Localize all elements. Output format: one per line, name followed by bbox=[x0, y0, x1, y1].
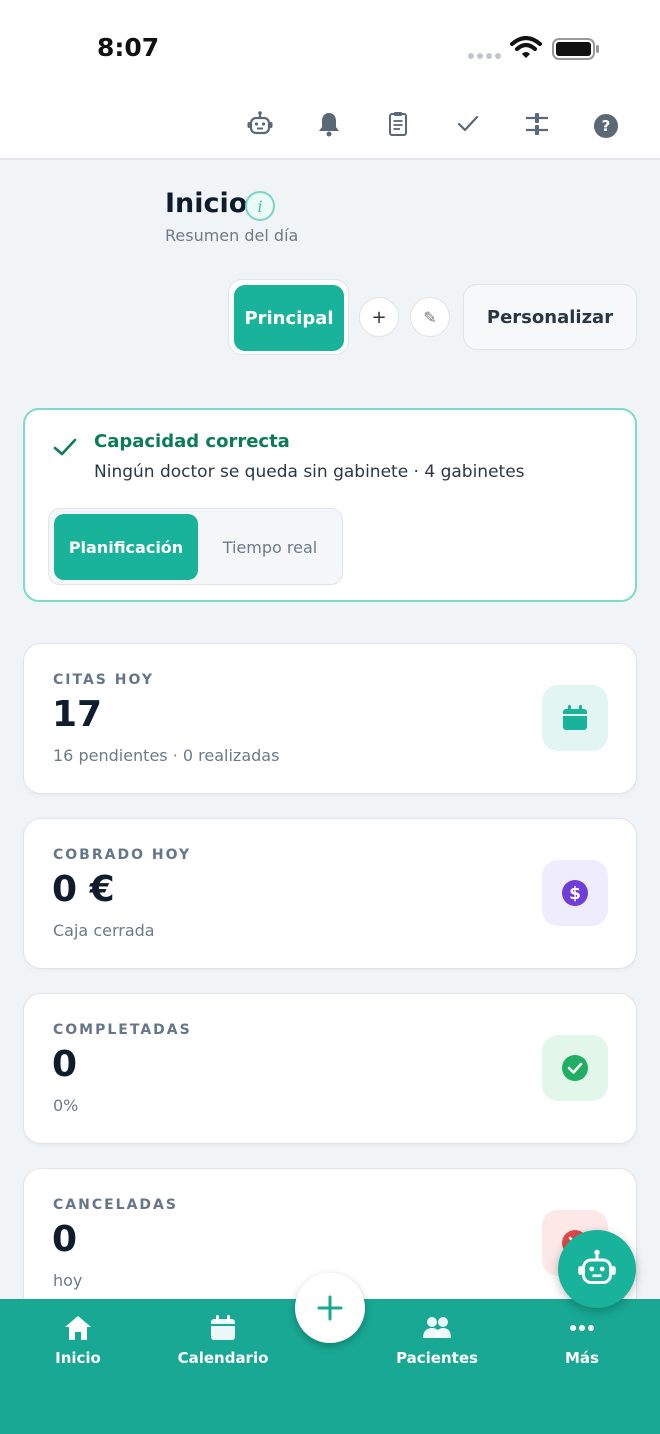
bell-icon[interactable] bbox=[315, 110, 343, 138]
assistant-button[interactable] bbox=[558, 1230, 636, 1308]
stat-label: COBRADO HOY bbox=[53, 847, 192, 863]
nav-item-pacientes[interactable]: Pacientes bbox=[377, 1313, 497, 1367]
check-icon[interactable] bbox=[454, 110, 482, 138]
stat-badge: $ bbox=[542, 860, 608, 926]
add-button[interactable] bbox=[295, 1273, 365, 1343]
battery-icon bbox=[552, 38, 599, 60]
calendar-icon bbox=[563, 705, 587, 730]
stat-card-cobrado-hoy[interactable]: COBRADO HOY 0 € Caja cerrada $ bbox=[23, 818, 637, 969]
nav-item-inicio[interactable]: Inicio bbox=[18, 1313, 138, 1367]
mode-planificacion[interactable]: Planificación bbox=[54, 514, 198, 580]
users-icon bbox=[423, 1317, 451, 1338]
stat-value: 0 bbox=[52, 1044, 78, 1085]
page-subtitle: Resumen del día bbox=[165, 226, 299, 245]
nav-label: Más bbox=[565, 1349, 599, 1367]
mode-tiempo-real[interactable]: Tiempo real bbox=[201, 514, 339, 580]
status-bar: 8:07 bbox=[0, 0, 660, 96]
more-icon bbox=[570, 1325, 594, 1331]
stat-subtext: 0% bbox=[53, 1096, 79, 1115]
stat-card-completadas[interactable]: COMPLETADAS 0 0% bbox=[23, 993, 637, 1144]
check-circle-icon bbox=[562, 1055, 588, 1081]
svg-text:$: $ bbox=[569, 884, 581, 904]
dashboard-tab-group: Principal bbox=[228, 279, 349, 355]
clipboard-icon[interactable] bbox=[384, 110, 412, 138]
status-time: 8:07 bbox=[97, 33, 160, 62]
home-icon bbox=[65, 1316, 91, 1340]
capacity-title: Capacidad correcta bbox=[94, 431, 290, 452]
check-icon bbox=[53, 438, 77, 456]
robot-icon[interactable] bbox=[246, 110, 274, 138]
nav-label: Pacientes bbox=[396, 1349, 478, 1367]
help-icon[interactable]: ? bbox=[594, 114, 618, 138]
nav-item-calendario[interactable]: Calendario bbox=[163, 1313, 283, 1367]
nav-item-mas[interactable]: Más bbox=[522, 1313, 642, 1367]
add-dashboard-button[interactable]: + bbox=[359, 297, 399, 337]
capacity-description: Ningún doctor se queda sin gabinete · 4 … bbox=[94, 462, 525, 482]
stat-subtext: 16 pendientes · 0 realizadas bbox=[53, 746, 280, 765]
dollar-icon: $ bbox=[562, 880, 588, 906]
nav-label: Calendario bbox=[177, 1349, 269, 1367]
stat-badge bbox=[542, 1035, 608, 1101]
wifi-icon bbox=[510, 36, 542, 58]
cellular-signal-icon bbox=[468, 53, 501, 59]
stat-value: 0 € bbox=[52, 869, 115, 910]
tab-principal[interactable]: Principal bbox=[234, 285, 344, 351]
info-icon[interactable]: i bbox=[245, 191, 275, 221]
top-toolbar: ? bbox=[0, 96, 660, 160]
capacity-card: Capacidad correcta Ningún doctor se qued… bbox=[23, 408, 637, 602]
stat-badge bbox=[542, 685, 608, 751]
personalize-button[interactable]: Personalizar bbox=[463, 284, 637, 350]
stat-value: 0 bbox=[52, 1219, 78, 1260]
page-title: Inicio bbox=[165, 188, 248, 219]
nav-label: Inicio bbox=[55, 1349, 101, 1367]
stat-label: CANCELADAS bbox=[53, 1197, 178, 1213]
robot-icon bbox=[578, 1249, 616, 1284]
stat-label: COMPLETADAS bbox=[53, 1022, 192, 1038]
stat-value: 17 bbox=[52, 694, 103, 735]
edit-dashboard-button[interactable]: ✎ bbox=[410, 297, 450, 337]
stat-subtext: Caja cerrada bbox=[53, 921, 155, 940]
calendar-icon bbox=[211, 1315, 235, 1340]
sliders-icon[interactable] bbox=[523, 110, 551, 138]
stat-subtext: hoy bbox=[53, 1271, 83, 1290]
stat-label: CITAS HOY bbox=[53, 672, 154, 688]
mode-toggle: Planificación Tiempo real bbox=[48, 508, 343, 585]
plus-icon bbox=[317, 1295, 343, 1321]
stat-card-citas-hoy[interactable]: CITAS HOY 17 16 pendientes · 0 realizada… bbox=[23, 643, 637, 794]
